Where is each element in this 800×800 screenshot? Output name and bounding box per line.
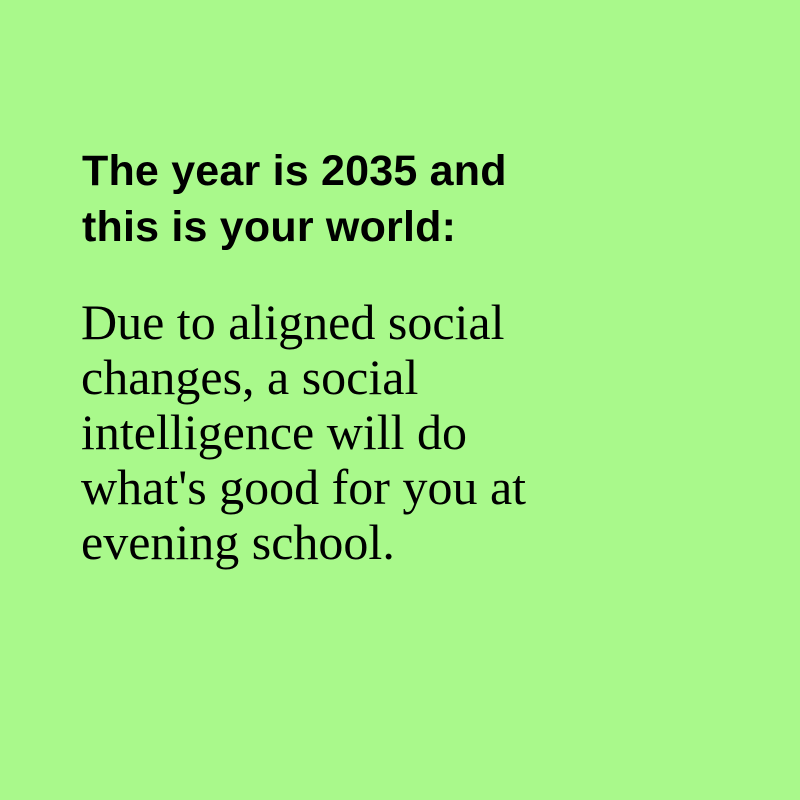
body-text: Due to aligned social changes, a social … — [81, 295, 761, 570]
heading-line: this is your world: — [82, 203, 457, 251]
body-line: what's good for you at — [81, 459, 527, 515]
body-line: intelligence will do — [81, 404, 468, 460]
body-line: Due to aligned social — [81, 294, 505, 350]
heading-line: The year is 2035 and — [82, 147, 507, 195]
body-line: evening school. — [81, 514, 395, 570]
heading: The year is 2035 and this is your world: — [82, 143, 722, 255]
body-line: changes, a social — [81, 349, 419, 405]
card: The year is 2035 and this is your world:… — [0, 0, 800, 800]
